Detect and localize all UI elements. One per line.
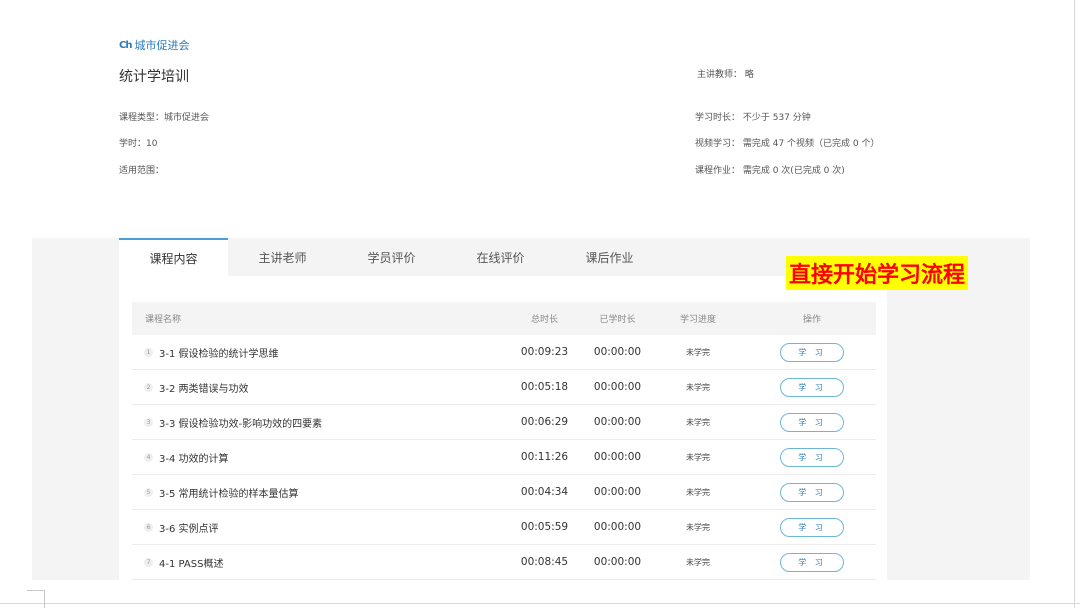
lesson-name[interactable]: 3-1 假设检验的统计学思维 — [159, 345, 279, 360]
lesson-total: 00:11:26 — [520, 451, 569, 463]
lesson-name[interactable]: 3-3 假设检验功效-影响功效的四要素 — [159, 415, 322, 430]
tab-course-content[interactable]: 课程内容 — [119, 238, 228, 276]
column-header-name: 课程名称 — [145, 315, 182, 325]
column-header-progress: 学习进度 — [679, 315, 716, 325]
row-index: 1 — [144, 347, 153, 357]
lesson-learned: 00:00:00 — [593, 381, 642, 393]
lesson-learned: 00:00:00 — [593, 346, 642, 358]
course-hours: 学时：10 — [119, 139, 158, 149]
lesson-learned: 00:00:00 — [593, 556, 642, 568]
study-button[interactable]: 学 习 — [780, 377, 844, 397]
study-button[interactable]: 学 习 — [780, 447, 844, 467]
brand-logo-icon: Ch — [119, 39, 133, 51]
table-row: 4 3-4 功效的计算 00:11:26 00:00:00 未学完 学 习 — [132, 440, 876, 475]
lesson-total: 00:09:23 — [520, 346, 569, 358]
tab-student-reviews[interactable]: 学员评价 — [337, 238, 446, 276]
lesson-progress: 未学完 — [686, 347, 710, 357]
table-row: 1 3-1 假设检验的统计学思维 00:09:23 00:00:00 未学完 学… — [132, 335, 876, 370]
lesson-total: 00:06:29 — [520, 416, 569, 428]
lesson-total: 00:05:59 — [520, 521, 569, 533]
lesson-name[interactable]: 3-4 功效的计算 — [159, 450, 229, 465]
row-index: 3 — [144, 417, 153, 427]
video-study: 视频学习： 需完成 47 个视频（已完成 0 个） — [695, 139, 880, 149]
tab-bar: 课程内容 主讲老师 学员评价 在线评价 课后作业 — [119, 238, 664, 276]
study-button[interactable]: 学 习 — [780, 482, 844, 502]
column-header-action: 操作 — [802, 315, 821, 325]
course-title: 统计学培训 — [119, 69, 189, 85]
tab-homework[interactable]: 课后作业 — [555, 238, 664, 276]
lecturer-value: 略 — [744, 70, 754, 80]
lecturer-label: 主讲教师： — [697, 70, 743, 80]
annotation-label: 直接开始学习流程 — [786, 256, 969, 290]
table-row: 3 3-3 假设检验功效-影响功效的四要素 00:06:29 00:00:00 … — [132, 405, 876, 440]
frame-bottom-line — [0, 603, 1080, 604]
brand[interactable]: Ch 城市促进会 — [119, 37, 189, 53]
lesson-table: 课程名称 总时长 已学时长 学习进度 操作 1 3-1 假设检验的统计学思维 0… — [132, 302, 876, 580]
frame-right-line — [1074, 0, 1075, 608]
lesson-progress: 未学完 — [686, 417, 710, 427]
study-button[interactable]: 学 习 — [780, 552, 844, 572]
tab-lecturer[interactable]: 主讲老师 — [228, 238, 337, 276]
table-header: 课程名称 总时长 已学时长 学习进度 操作 — [132, 302, 876, 335]
lesson-progress: 未学完 — [686, 487, 710, 497]
lesson-progress: 未学完 — [686, 452, 710, 462]
row-index: 4 — [144, 452, 153, 462]
row-index: 2 — [144, 382, 153, 392]
lesson-name[interactable]: 4-1 PASS概述 — [159, 555, 223, 570]
lesson-name[interactable]: 3-6 实例点评 — [159, 520, 219, 535]
lesson-name[interactable]: 3-5 常用统计检验的样本量估算 — [159, 485, 299, 500]
lesson-learned: 00:00:00 — [593, 521, 642, 533]
tab-online-evaluation[interactable]: 在线评价 — [446, 238, 555, 276]
row-index: 7 — [144, 557, 153, 567]
lesson-total: 00:04:34 — [520, 486, 569, 498]
table-row: 2 3-2 两类错误与功效 00:05:18 00:00:00 未学完 学 习 — [132, 370, 876, 405]
row-index: 6 — [144, 522, 153, 532]
study-button[interactable]: 学 习 — [780, 412, 844, 432]
lesson-progress: 未学完 — [686, 382, 710, 392]
lesson-learned: 00:00:00 — [593, 451, 642, 463]
lesson-progress: 未学完 — [686, 557, 710, 567]
lecturer: 主讲教师： 略 — [697, 67, 754, 80]
course-scope: 适用范围： — [119, 166, 165, 176]
lesson-name[interactable]: 3-2 两类错误与功效 — [159, 380, 249, 395]
course-type: 课程类型：城市促进会 — [119, 113, 210, 123]
column-header-total: 总时长 — [530, 315, 558, 325]
table-row: 5 3-5 常用统计检验的样本量估算 00:04:34 00:00:00 未学完… — [132, 475, 876, 510]
brand-name: 城市促进会 — [134, 39, 190, 52]
table-row: 7 4-1 PASS概述 00:08:45 00:00:00 未学完 学 习 — [132, 545, 876, 580]
lesson-total: 00:05:18 — [520, 381, 569, 393]
column-header-learned: 已学时长 — [599, 315, 636, 325]
table-row: 6 3-6 实例点评 00:05:59 00:00:00 未学完 学 习 — [132, 510, 876, 545]
lesson-total: 00:08:45 — [520, 556, 569, 568]
corner-mark — [27, 590, 45, 608]
row-index: 5 — [144, 487, 153, 497]
study-duration: 学习时长： 不少于 537 分钟 — [695, 113, 811, 123]
course-homework: 课程作业： 需完成 0 次(已完成 0 次) — [695, 166, 845, 176]
lesson-progress: 未学完 — [686, 522, 710, 532]
study-button[interactable]: 学 习 — [780, 517, 844, 537]
study-button[interactable]: 学 习 — [780, 342, 844, 362]
lesson-learned: 00:00:00 — [593, 416, 642, 428]
lesson-learned: 00:00:00 — [593, 486, 642, 498]
